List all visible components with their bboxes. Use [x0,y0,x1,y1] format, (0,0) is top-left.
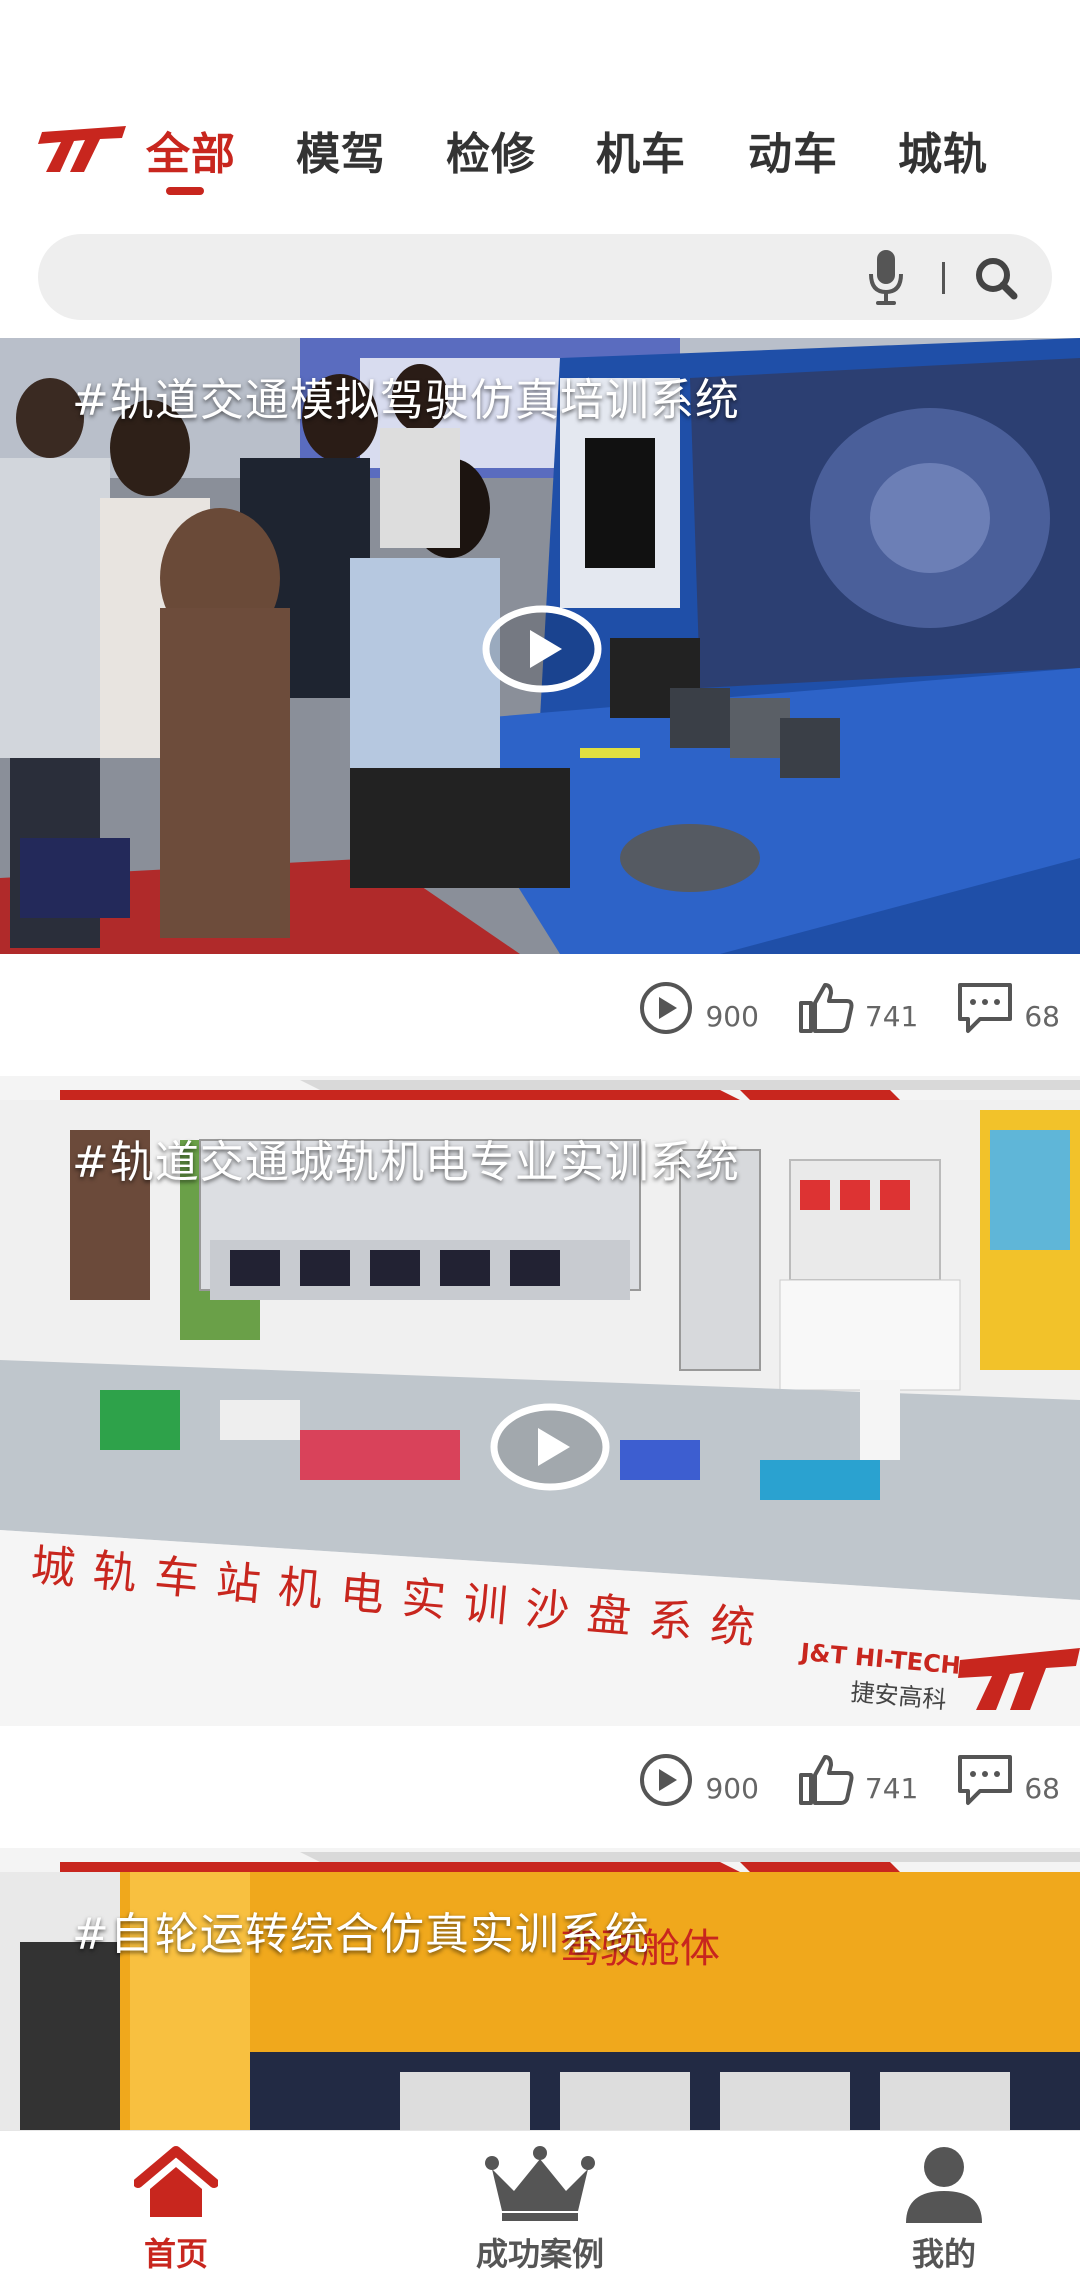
thumbs-up-icon[interactable] [797,1751,855,1809]
tab-all[interactable]: 全部 [146,118,236,182]
play-count-icon [640,1754,693,1806]
nav-home[interactable]: 首页 [76,2137,276,2277]
video-title: #轨道交通城轨机电专业实训系统 [72,1137,740,1188]
tab-urban-rail[interactable]: 城轨 [898,118,988,182]
nav-profile-label: 我的 [911,2235,976,2273]
comment-count[interactable]: 68 [956,979,1060,1037]
video-thumbnail[interactable]: #轨道交通模拟驾驶仿真培训系统 [0,338,1080,954]
nav-home-label: 首页 [143,2235,208,2273]
video-title: #自轮运转综合仿真实训系统 [72,1909,650,1960]
comment-count-value: 68 [1024,1771,1060,1805]
comment-icon[interactable] [956,979,1014,1037]
comment-count[interactable]: 68 [956,1751,1060,1809]
play-count-value: 900 [705,999,759,1033]
nav-success-cases[interactable]: 成功案例 [440,2137,640,2277]
play-count-icon [640,982,693,1034]
comment-count-value: 68 [1024,999,1060,1033]
top-tab-bar: 全部 模驾 检修 机车 动车 城轨 [0,88,1080,208]
card-divider [0,1076,1080,1100]
thumbs-up-icon[interactable] [797,979,855,1037]
tab-emu[interactable]: 动车 [748,118,838,182]
tab-maintenance[interactable]: 检修 [446,118,536,182]
like-count[interactable]: 741 [797,979,918,1037]
comment-icon[interactable] [956,1751,1014,1809]
user-icon [906,2147,982,2223]
play-count-value: 900 [705,1771,759,1805]
play-icon[interactable] [480,602,604,696]
video-title: #轨道交通模拟驾驶仿真培训系统 [72,375,740,426]
microphone-icon[interactable] [868,248,904,306]
active-tab-indicator [166,187,204,195]
search-icon[interactable] [972,254,1020,302]
tab-locomotive[interactable]: 机车 [596,118,686,182]
search-divider [942,262,945,294]
card-divider [0,1848,1080,1872]
tab-simulated-driving[interactable]: 模驾 [296,118,386,182]
play-icon[interactable] [488,1400,612,1494]
play-count: 900 [637,1751,759,1809]
video-stats: 900 741 68 [599,1740,1060,1820]
nav-success-cases-label: 成功案例 [475,2235,604,2273]
video-card: 驾驶舱体 #自轮运转综合仿真实训系统 [0,1872,1080,2130]
video-thumbnail[interactable]: 城轨车站机电实训沙盘系统 J&T HI-TECH 捷安高科 #轨道交通城轨机电专… [0,1100,1080,1726]
like-count[interactable]: 741 [797,1751,918,1809]
video-card: #轨道交通模拟驾驶仿真培训系统 900 741 68 [0,338,1080,1080]
video-stats: 900 741 68 [599,968,1060,1048]
home-icon [134,2146,218,2217]
like-count-value: 741 [864,999,919,1033]
play-count: 900 [637,979,759,1037]
bottom-navigation: 首页 成功案例 我的 [0,2130,1080,2281]
crown-icon [485,2146,595,2221]
search-bar [38,234,1052,322]
video-thumbnail[interactable]: 驾驶舱体 #自轮运转综合仿真实训系统 [0,1872,1080,2130]
search-input[interactable] [78,234,882,322]
nav-profile[interactable]: 我的 [844,2137,1044,2277]
brand-logo [38,126,126,172]
video-card: 城轨车站机电实训沙盘系统 J&T HI-TECH 捷安高科 #轨道交通城轨机电专… [0,1100,1080,1860]
like-count-value: 741 [864,1771,919,1805]
